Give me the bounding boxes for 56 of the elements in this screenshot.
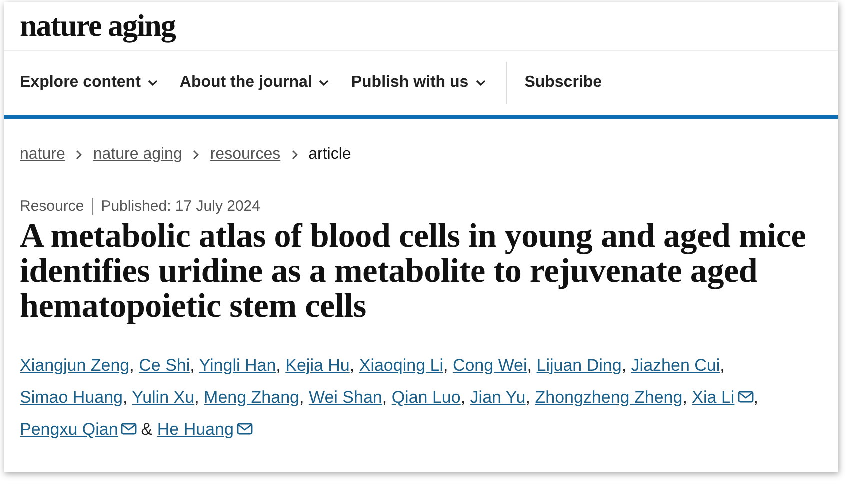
author-link[interactable]: Ce Shi [139, 356, 190, 375]
separator: , [720, 356, 725, 375]
separator: & [141, 420, 153, 439]
separator: , [682, 388, 688, 407]
breadcrumb-link[interactable]: nature aging [93, 146, 182, 164]
nav-link[interactable]: Subscribe [524, 74, 602, 92]
author-link[interactable]: Xiaoqing Li [359, 356, 444, 375]
separator: , [190, 356, 195, 375]
nav-menu[interactable]: Publish with us [351, 74, 486, 92]
publish-date: Published: 17 July 2024 [101, 198, 260, 215]
author-link[interactable]: Meng Zhang [204, 388, 300, 407]
separator: , [460, 388, 466, 407]
separator: , [754, 388, 758, 407]
author-link[interactable]: Zhongzheng Zheng [535, 388, 683, 407]
chevron-down-icon [476, 80, 486, 86]
chevron-right-icon [292, 150, 298, 160]
author-link[interactable]: Xiangjun Zeng [20, 356, 130, 375]
author-link[interactable]: Lijuan Ding [536, 356, 622, 375]
breadcrumb-link[interactable]: resources [210, 146, 281, 164]
author-link[interactable]: He Huang [157, 420, 234, 439]
separator: , [130, 356, 134, 375]
author-link[interactable]: Yulin Xu [132, 388, 195, 407]
chevron-right-icon [76, 150, 82, 160]
author-link[interactable]: Xia Li [692, 388, 735, 407]
mail-icon[interactable] [121, 423, 138, 435]
separator: , [299, 388, 304, 407]
author-link[interactable]: Cong Wei [452, 356, 528, 375]
separator: , [123, 388, 128, 407]
author-link[interactable]: Kejia Hu [286, 356, 350, 375]
author-link[interactable]: Pengxu Qian [20, 420, 118, 439]
mail-icon[interactable] [738, 391, 754, 403]
mail-icon[interactable] [236, 423, 253, 435]
author-link[interactable]: Qian Luo [392, 388, 461, 407]
journal-logo[interactable]: nature aging [20, 8, 176, 44]
chevron-down-icon [319, 80, 330, 86]
separator: , [526, 388, 530, 407]
author-link[interactable]: Wei Shan [308, 388, 382, 407]
chevron-down-icon [148, 80, 158, 86]
separator: , [527, 356, 532, 375]
author-link[interactable]: Simao Huang [20, 388, 124, 407]
breadcrumb-link[interactable]: nature [20, 146, 66, 164]
separator: , [382, 388, 388, 407]
chevron-right-icon [193, 150, 200, 160]
separator: , [194, 388, 200, 407]
separator: , [622, 356, 627, 375]
separator: , [276, 356, 281, 375]
article-title: A metabolic atlas of blood cells in young and aged mice identifies uridine as a metabolite to rejuvenate aged hematopoietic stem cells [20, 219, 808, 324]
author-link[interactable]: Jian Yu [470, 388, 526, 407]
nav-menu[interactable]: About the journal [180, 74, 330, 92]
separator: , [443, 356, 448, 375]
author-link[interactable]: Jiazhen Cui [631, 356, 720, 375]
separator: , [350, 356, 355, 375]
article-type: Resource [20, 198, 94, 215]
author-link[interactable]: Yingli Han [199, 356, 276, 375]
nav-menu[interactable]: Explore content [20, 74, 158, 92]
breadcrumb-current: article [308, 146, 352, 164]
